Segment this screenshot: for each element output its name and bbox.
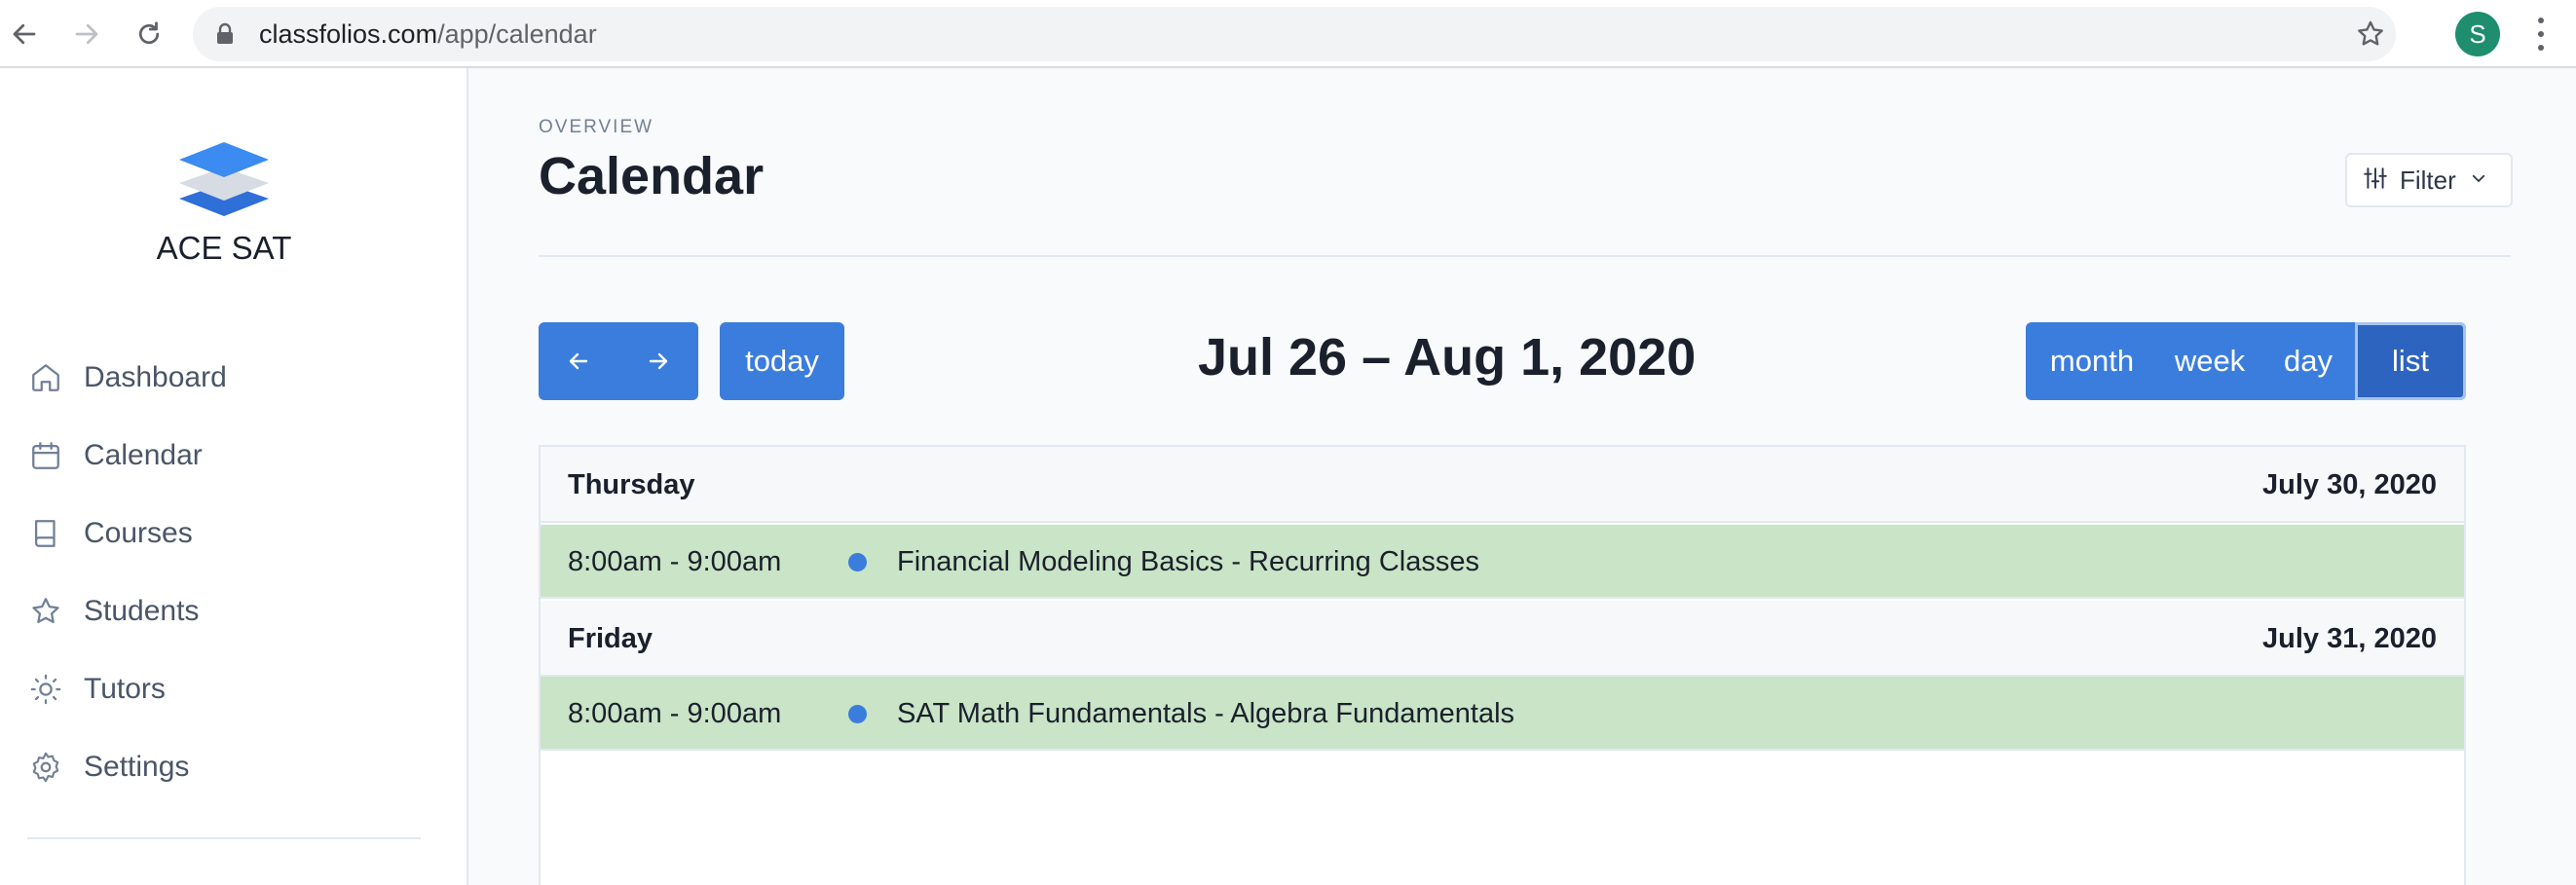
event-title[interactable]: Financial Modeling Basics - Recurring Cl… [897,525,1479,599]
sidebar-item-label: Courses [84,517,193,549]
chevron-down-icon [2470,169,2487,192]
book-icon [27,515,64,552]
prev-week-button[interactable] [539,322,618,400]
profile-avatar[interactable]: S [2455,12,2500,56]
gear-icon [27,749,64,786]
date-range-title: Jul 26 – Aug 1, 2020 [1198,328,1697,387]
filter-button[interactable]: Filter [2345,153,2513,207]
day-name[interactable]: Thursday [568,447,695,523]
day-date[interactable]: July 30, 2020 [2262,447,2437,523]
browser-toolbar: classfolios.com/app/calendar S [0,0,2576,68]
calendar-icon [27,437,64,474]
star-icon[interactable] [2355,18,2386,55]
sidebar-item-calendar[interactable]: Calendar [27,431,203,480]
event-list: Thursday July 30, 2020 8:00am - 9:00am F… [539,445,2466,885]
arrow-left-icon [569,352,588,370]
sidebar-divider [27,837,421,839]
address-bar[interactable]: classfolios.com/app/calendar [193,7,2396,61]
sidebar-item-label: Students [84,595,200,627]
sidebar: ACE SAT Dashboard Calendar Courses Stude… [0,68,468,885]
view-switcher: month week day list [2026,322,2466,400]
sidebar-item-label: Tutors [84,673,166,705]
lock-icon [214,22,236,51]
logo-icon[interactable] [175,140,273,223]
sidebar-item-dashboard[interactable]: Dashboard [27,353,227,402]
view-day-button[interactable]: day [2261,322,2355,400]
view-week-button[interactable]: week [2158,322,2261,400]
kebab-menu-icon[interactable] [2526,14,2556,55]
sidebar-item-tutors[interactable]: Tutors [27,665,166,714]
forward-arrow-icon[interactable] [68,16,105,53]
sidebar-item-label: Settings [84,751,190,783]
brand-name: ACE SAT [156,230,292,266]
list-day-header: Friday July 31, 2020 [541,601,2464,677]
home-icon [27,359,64,396]
sidebar-item-settings[interactable]: Settings [27,743,189,792]
sidebar-item-label: Dashboard [84,361,227,393]
list-event[interactable]: 8:00am - 9:00am Financial Modeling Basic… [541,525,2464,599]
list-day-header: Thursday July 30, 2020 [541,447,2464,523]
sidebar-item-label: Calendar [84,439,203,471]
reload-icon[interactable] [131,16,168,53]
event-dot [848,705,867,723]
sidebar-item-students[interactable]: Students [27,587,199,636]
filter-label: Filter [2400,165,2456,195]
day-date[interactable]: July 31, 2020 [2262,601,2437,677]
event-title[interactable]: SAT Math Fundamentals - Algebra Fundamen… [897,677,1514,751]
header-divider [539,255,2511,257]
url-domain: classfolios.com [259,19,438,49]
today-button[interactable]: today [720,322,844,400]
back-arrow-icon[interactable] [6,16,43,53]
star-icon [27,593,64,630]
prev-next-group [539,322,698,400]
page-title: Calendar [539,147,765,205]
sidebar-item-courses[interactable]: Courses [27,509,193,558]
sun-icon [27,671,64,708]
url-path: /app/calendar [437,19,597,49]
view-list-button[interactable]: list [2355,322,2466,400]
arrow-right-icon [649,352,668,370]
url-text: classfolios.com/app/calendar [259,7,597,61]
page-overline: OVERVIEW [539,117,654,137]
day-name[interactable]: Friday [568,601,653,677]
next-week-button[interactable] [618,322,698,400]
event-dot [848,553,867,572]
list-event[interactable]: 8:00am - 9:00am SAT Math Fundamentals - … [541,677,2464,751]
event-time: 8:00am - 9:00am [568,546,782,577]
event-time: 8:00am - 9:00am [568,698,782,729]
view-month-button[interactable]: month [2026,322,2158,400]
sliders-icon [2363,166,2388,196]
